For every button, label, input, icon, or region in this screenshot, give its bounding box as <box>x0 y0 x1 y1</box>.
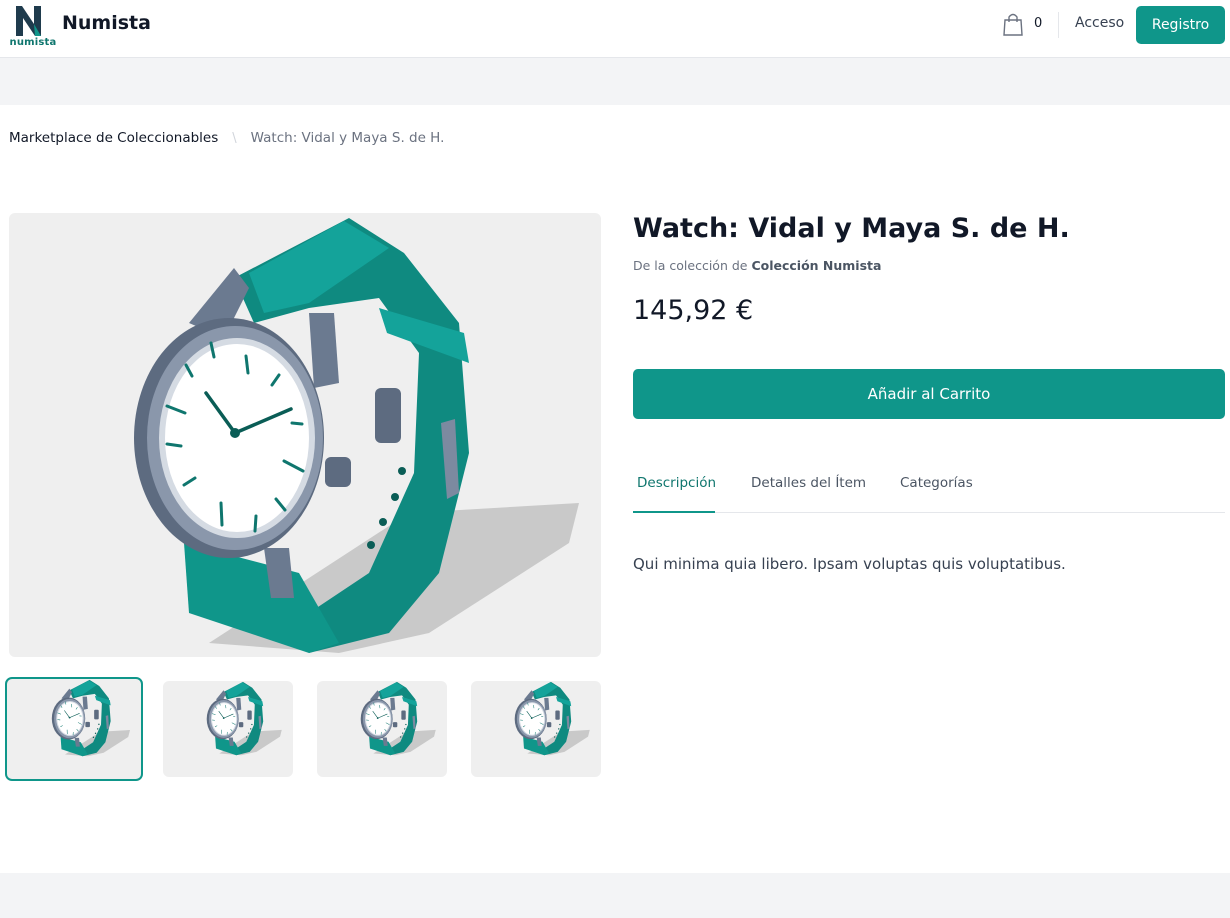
thumbnail-3[interactable] <box>317 681 447 777</box>
breadcrumb: Marketplace de Coleccionables \ Watch: V… <box>9 130 444 146</box>
product-panel: Marketplace de Coleccionables \ Watch: V… <box>0 105 1230 873</box>
wristwatch-thumb-icon <box>206 681 283 756</box>
logo-wordmark: numista <box>9 37 57 48</box>
register-button[interactable]: Registro <box>1136 6 1225 44</box>
cart-count: 0 <box>1034 16 1043 31</box>
product-title: Watch: Vidal y Maya S. de H. <box>633 213 1070 244</box>
tab-description[interactable]: Descripción <box>637 475 716 491</box>
breadcrumb-marketplace[interactable]: Marketplace de Coleccionables <box>9 130 218 146</box>
breadcrumb-current: Watch: Vidal y Maya S. de H. <box>250 130 445 146</box>
numista-logo-icon <box>16 6 41 36</box>
tab-categories[interactable]: Categorías <box>900 475 973 491</box>
product-description: Qui minima quia libero. Ipsam voluptas q… <box>633 555 1066 573</box>
tab-item-details[interactable]: Detalles del Ítem <box>751 475 866 491</box>
brand-name[interactable]: Numista <box>62 12 151 34</box>
product-price: 145,92 € <box>633 295 754 326</box>
wristwatch-thumb-icon <box>360 681 437 756</box>
thumbnail-2[interactable] <box>163 681 293 777</box>
product-tabs: Descripción Detalles del Ítem Categorías <box>633 463 1225 513</box>
product-main-image[interactable] <box>9 213 601 657</box>
thumbnail-1[interactable] <box>5 677 143 781</box>
collection-prefix: De la colección de <box>633 258 748 273</box>
header-divider <box>1058 12 1059 38</box>
thumbnail-4[interactable] <box>471 681 601 777</box>
shopping-bag-icon <box>1003 13 1023 36</box>
top-header: numista Numista 0 Acceso Registro <box>0 0 1230 58</box>
wristwatch-thumb-icon <box>514 681 591 756</box>
numista-logo[interactable]: numista <box>8 4 56 48</box>
login-link[interactable]: Acceso <box>1075 15 1124 31</box>
cart-button[interactable]: 0 <box>1002 12 1052 40</box>
product-collection: De la colección de Colección Numista <box>633 258 881 273</box>
wristwatch-thumb-icon <box>51 679 131 757</box>
active-tab-underline <box>633 511 715 513</box>
thumbnail-strip <box>5 677 605 781</box>
collection-link[interactable]: Colección Numista <box>751 258 881 273</box>
breadcrumb-separator: \ <box>232 130 237 146</box>
add-to-cart-button[interactable]: Añadir al Carrito <box>633 369 1225 419</box>
wristwatch-illustration-icon <box>132 216 581 655</box>
